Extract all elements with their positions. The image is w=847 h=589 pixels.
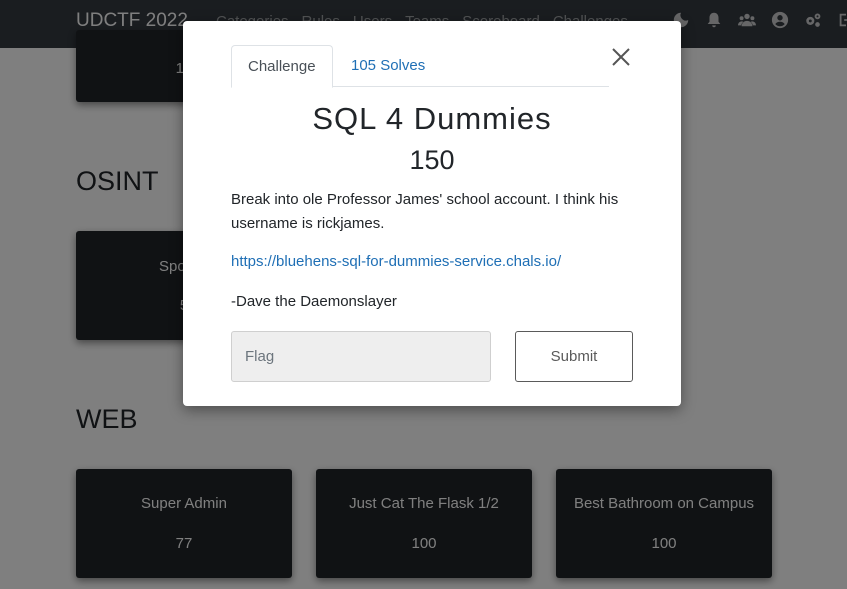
submit-button[interactable]: Submit: [515, 331, 633, 382]
challenge-link[interactable]: https://bluehens-sql-for-dummies-service…: [231, 253, 561, 270]
challenge-description: Break into ole Professor James' school a…: [231, 191, 619, 232]
flag-input[interactable]: [231, 331, 491, 382]
tab-challenge[interactable]: Challenge: [231, 45, 333, 88]
challenge-name: SQL 4 Dummies: [312, 101, 552, 136]
close-icon[interactable]: [609, 45, 633, 69]
challenge-author: -Dave the Daemonslayer: [231, 293, 397, 310]
page: UDCTF 2022 CategoriesRulesUsersTeamsScor…: [0, 0, 847, 589]
challenge-value: 150: [409, 145, 455, 175]
modal-tabs: Challenge 105 Solves: [231, 45, 609, 88]
challenge-modal: Challenge 105 Solves SQL 4 Dummies 150 B…: [183, 21, 681, 406]
tab-solves[interactable]: 105 Solves: [335, 45, 441, 87]
